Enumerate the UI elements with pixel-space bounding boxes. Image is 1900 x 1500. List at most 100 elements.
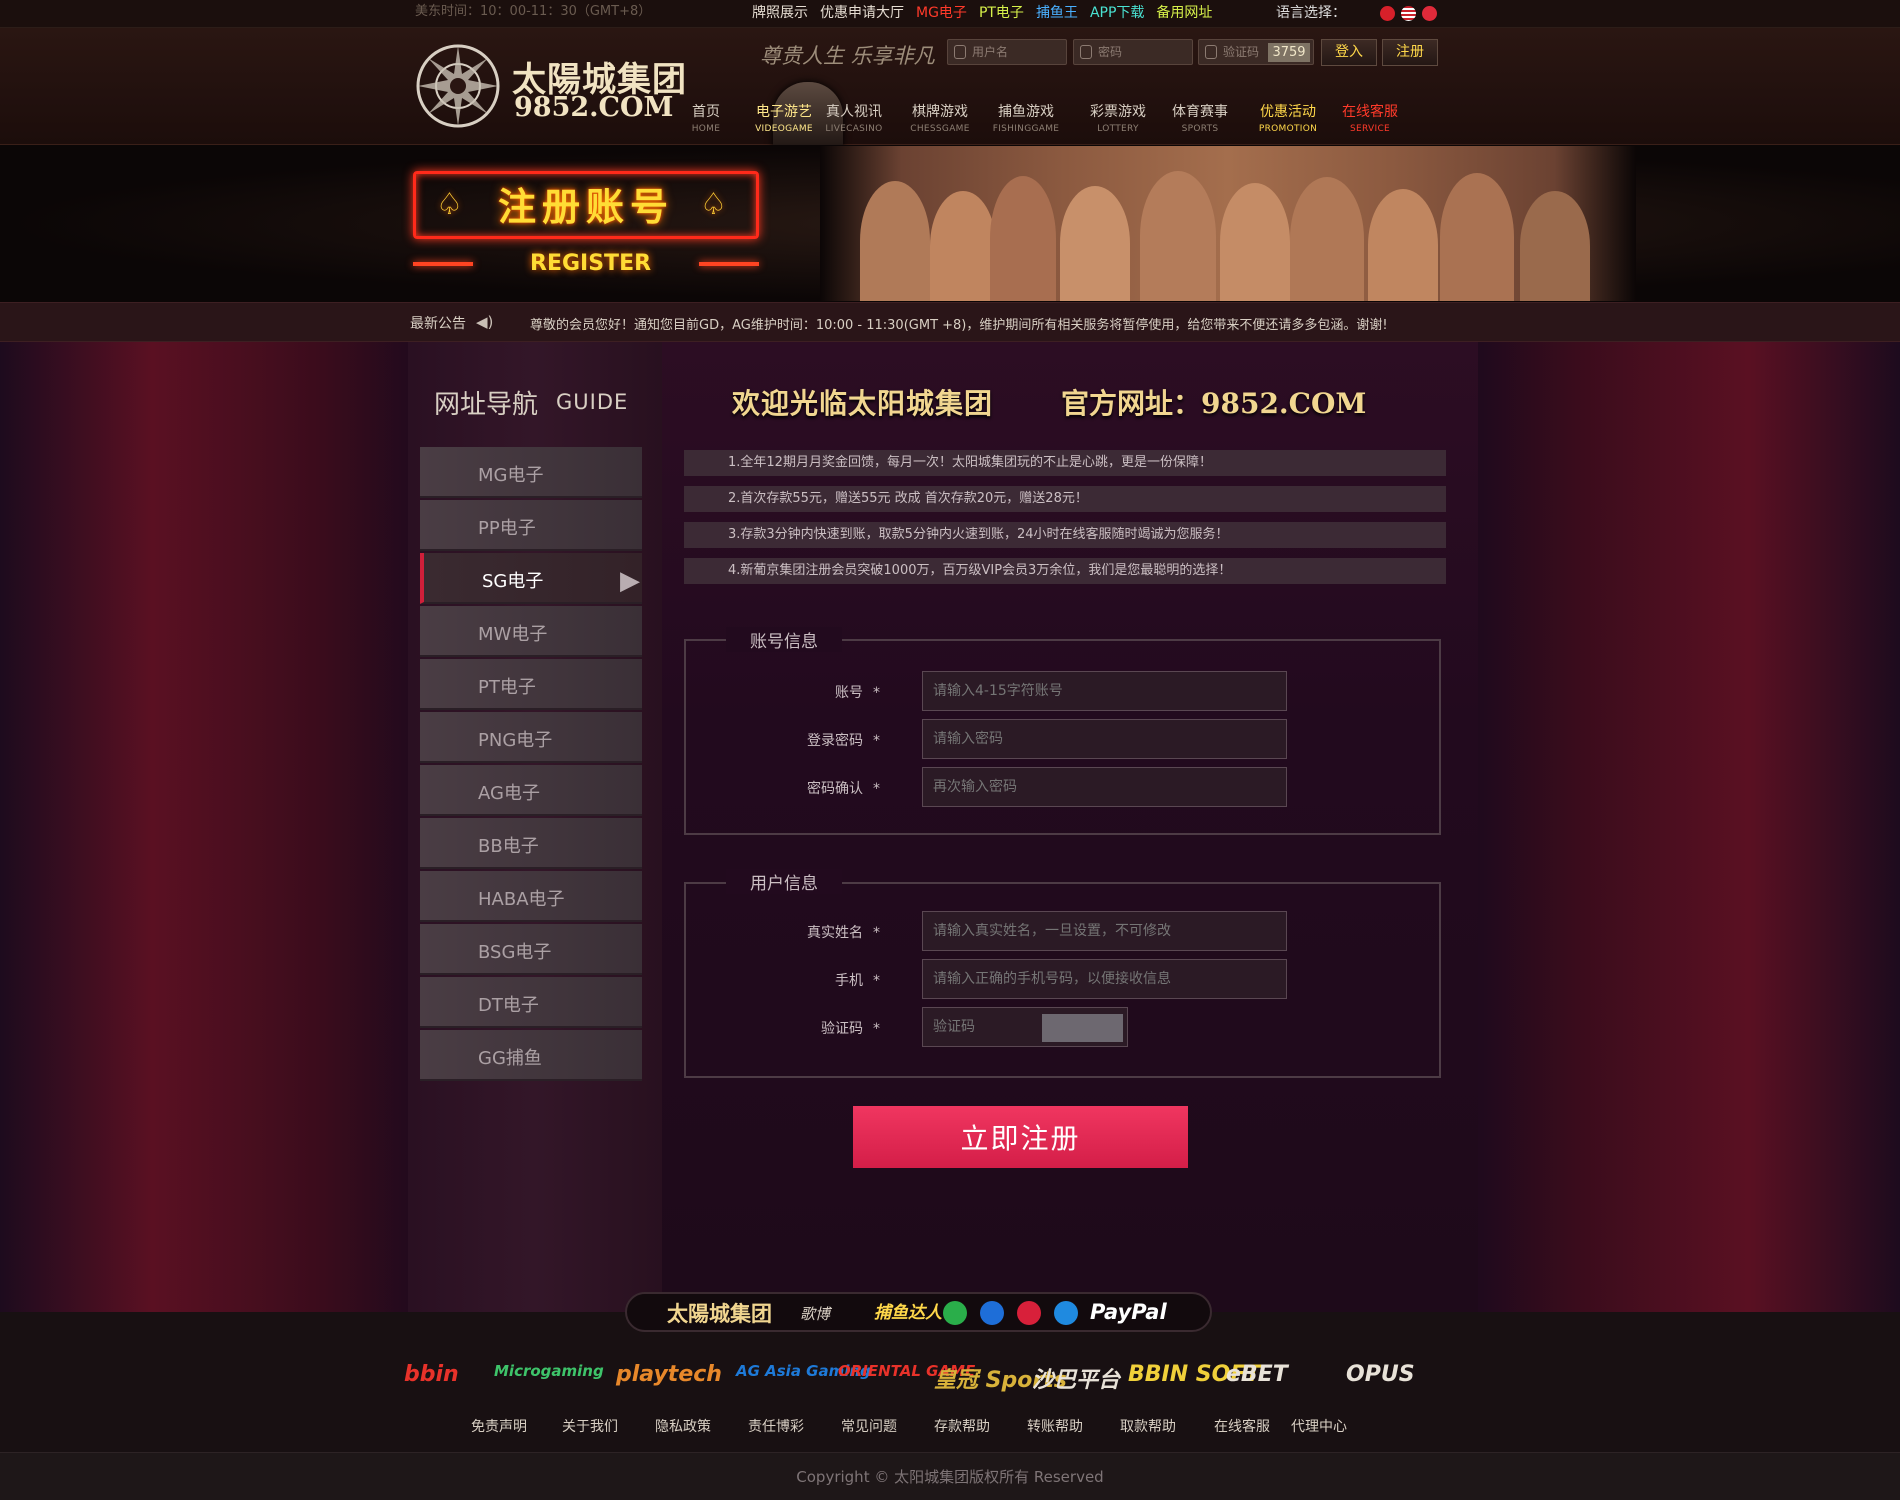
rule-item: 3.存款3分钟内快速到账，取款5分钟内火速到账，24小时在线客服随时竭诚为您服务… <box>684 522 1446 548</box>
field-input[interactable] <box>922 959 1287 999</box>
required-mark: * <box>873 1021 880 1037</box>
rule-item: 2.首次存款55元，赠送55元 改成 首次存款20元，赠送28元！ <box>684 486 1446 512</box>
nav-item-fishinggame[interactable]: 捕鱼游戏 FISHINGGAME <box>988 101 1064 134</box>
sidebar-item[interactable]: HABA电子 <box>420 871 642 922</box>
sidebar-item-label: BB电子 <box>478 836 539 857</box>
sidebar-item-label: PP电子 <box>478 518 536 539</box>
username-placeholder: 用户名 <box>972 45 1009 59</box>
footer-link[interactable]: 取款帮助 <box>1120 1416 1176 1436</box>
field-label: 账号 * <box>680 682 880 702</box>
footer-link[interactable]: 免责声明 <box>471 1416 527 1436</box>
nav-item-videogame[interactable]: 电子游艺 VIDEOGAME <box>746 101 822 134</box>
sidebar-item-label: DT电子 <box>478 995 539 1016</box>
sidebar-item[interactable]: GG捕鱼 <box>420 1030 642 1081</box>
required-mark: * <box>873 733 880 749</box>
top-link[interactable]: 牌照展示 <box>752 0 808 26</box>
top-link[interactable]: APP下载 <box>1090 0 1144 26</box>
top-link[interactable]: MG电子 <box>916 0 967 26</box>
sidebar-item[interactable]: DT电子 <box>420 977 642 1028</box>
partner-logo: playtech <box>616 1362 722 1387</box>
slogan: 尊贵人生 乐享非凡 <box>760 44 935 68</box>
neon-line <box>413 262 473 266</box>
partner-logo: bbin <box>404 1362 459 1387</box>
field-label: 登录密码 * <box>680 730 880 750</box>
nav-item-sports[interactable]: 体育赛事 SPORTS <box>1162 101 1238 134</box>
field-input[interactable] <box>922 671 1287 711</box>
sidebar-item[interactable]: SG电子 <box>420 553 642 604</box>
footer-link[interactable]: 关于我们 <box>562 1416 618 1436</box>
captcha-image[interactable] <box>1042 1014 1123 1042</box>
nav-item-sublabel: HOME <box>691 124 721 134</box>
notice-text: 尊敬的会员您好！通知您目前GD，AG维护时间：10:00 - 11:30(GMT… <box>530 318 1388 333</box>
speaker-icon: ◀) <box>476 313 494 331</box>
banner-crowd-image <box>820 146 1636 301</box>
field-input[interactable] <box>922 767 1287 807</box>
sidebar-item[interactable]: PP电子 <box>420 500 642 551</box>
sidebar-item[interactable]: PT电子 <box>420 659 642 710</box>
notice-label: 最新公告 <box>410 316 466 332</box>
partner-logo: OPUS <box>1346 1362 1415 1387</box>
user-icon <box>954 45 966 59</box>
footer-link[interactable]: 隐私政策 <box>655 1416 711 1436</box>
nav-item-label: 优惠活动 <box>1260 104 1316 120</box>
nav-item-sublabel: LIVECASINO <box>825 124 883 134</box>
submit-register-button[interactable]: 立即注册 <box>853 1106 1188 1168</box>
top-link[interactable]: 优惠申请大厅 <box>820 0 904 26</box>
password-input[interactable]: 密码 <box>1073 39 1193 65</box>
rule-item: 4.新葡京集团注册会员突破1000万，百万级VIP会员3万余位，我们是您最聪明的… <box>684 558 1446 584</box>
sidebar-item[interactable]: BSG电子 <box>420 924 642 975</box>
field-label: 密码确认 * <box>680 778 880 798</box>
nav-item-label: 首页 <box>692 104 720 120</box>
sidebar-item-label: BSG电子 <box>478 942 552 963</box>
flag-hongkong-icon[interactable] <box>1422 6 1437 21</box>
nav-item-home[interactable]: 首页 HOME <box>668 101 744 134</box>
sidebar-item-label: SG电子 <box>482 571 544 592</box>
nav-item-sublabel: FISHINGGAME <box>992 124 1060 134</box>
footer-link[interactable]: 常见问题 <box>841 1416 897 1436</box>
nav-item-label: 真人视讯 <box>826 104 882 120</box>
sidebar-item-label: HABA电子 <box>478 889 565 910</box>
top-link[interactable]: PT电子 <box>979 0 1024 26</box>
nav-item-chessgame[interactable]: 棋牌游戏 CHESSGAME <box>902 101 978 134</box>
nav-item-livecasino[interactable]: 真人视讯 LIVECASINO <box>816 101 892 134</box>
sidebar-item[interactable]: AG电子 <box>420 765 642 816</box>
footer-link[interactable]: 在线客服 <box>1214 1416 1270 1436</box>
flag-us-icon[interactable] <box>1401 6 1416 21</box>
official-url-heading: 官方网址：9852.COM <box>1061 387 1367 420</box>
sidebar-item-label: AG电子 <box>478 783 540 804</box>
wechat-icon <box>943 1301 967 1325</box>
top-link[interactable]: 备用网址 <box>1156 0 1212 26</box>
nav-item-sublabel: CHESSGAME <box>910 124 970 134</box>
sidebar-item-label: MG电子 <box>478 465 544 486</box>
partner-logo: eBET <box>1226 1362 1288 1387</box>
flag-china-icon[interactable] <box>1380 6 1395 21</box>
footer-link[interactable]: 转账帮助 <box>1027 1416 1083 1436</box>
nav-item-service[interactable]: 在线客服 SERVICE <box>1332 101 1408 134</box>
footer-link[interactable]: 存款帮助 <box>934 1416 990 1436</box>
logo-emblem-icon[interactable] <box>410 38 506 134</box>
sidebar-item[interactable]: BB电子 <box>420 818 642 869</box>
required-mark: * <box>873 925 880 941</box>
sidebar-title-en: GUIDE <box>556 390 629 414</box>
field-input[interactable] <box>922 719 1287 759</box>
qq-wallet-icon <box>980 1301 1004 1325</box>
nav-item-lottery[interactable]: 彩票游戏 LOTTERY <box>1080 101 1156 134</box>
logo-text-en: 9852.COM <box>514 92 674 123</box>
active-arrow-icon: ▶ <box>620 566 640 596</box>
login-button[interactable]: 登入 <box>1321 39 1377 66</box>
username-input[interactable]: 用户名 <box>947 39 1067 65</box>
field-input[interactable] <box>922 911 1287 951</box>
top-link[interactable]: 捕鱼王 <box>1036 0 1078 26</box>
sidebar-item[interactable]: MW电子 <box>420 606 642 657</box>
sidebar-item[interactable]: MG电子 <box>420 447 642 498</box>
us-east-time: 美东时间：10：00-11：30（GMT+8） <box>415 4 652 19</box>
footer-link[interactable]: 代理中心 <box>1291 1416 1347 1436</box>
sidebar-item[interactable]: PNG电子 <box>420 712 642 763</box>
rule-item: 1.全年12期月月奖金回馈，每月一次！太阳城集团玩的不止是心跳，更是一份保障！ <box>684 450 1446 476</box>
nav-item-promotion[interactable]: 优惠活动 PROMOTION <box>1250 101 1326 134</box>
register-button[interactable]: 注册 <box>1382 39 1438 66</box>
nav-item-sublabel: SPORTS <box>1181 124 1219 134</box>
captcha-code[interactable]: 3759 <box>1268 43 1310 62</box>
field-label-text: 密码确认 <box>807 781 863 797</box>
footer-link[interactable]: 责任博彩 <box>748 1416 804 1436</box>
